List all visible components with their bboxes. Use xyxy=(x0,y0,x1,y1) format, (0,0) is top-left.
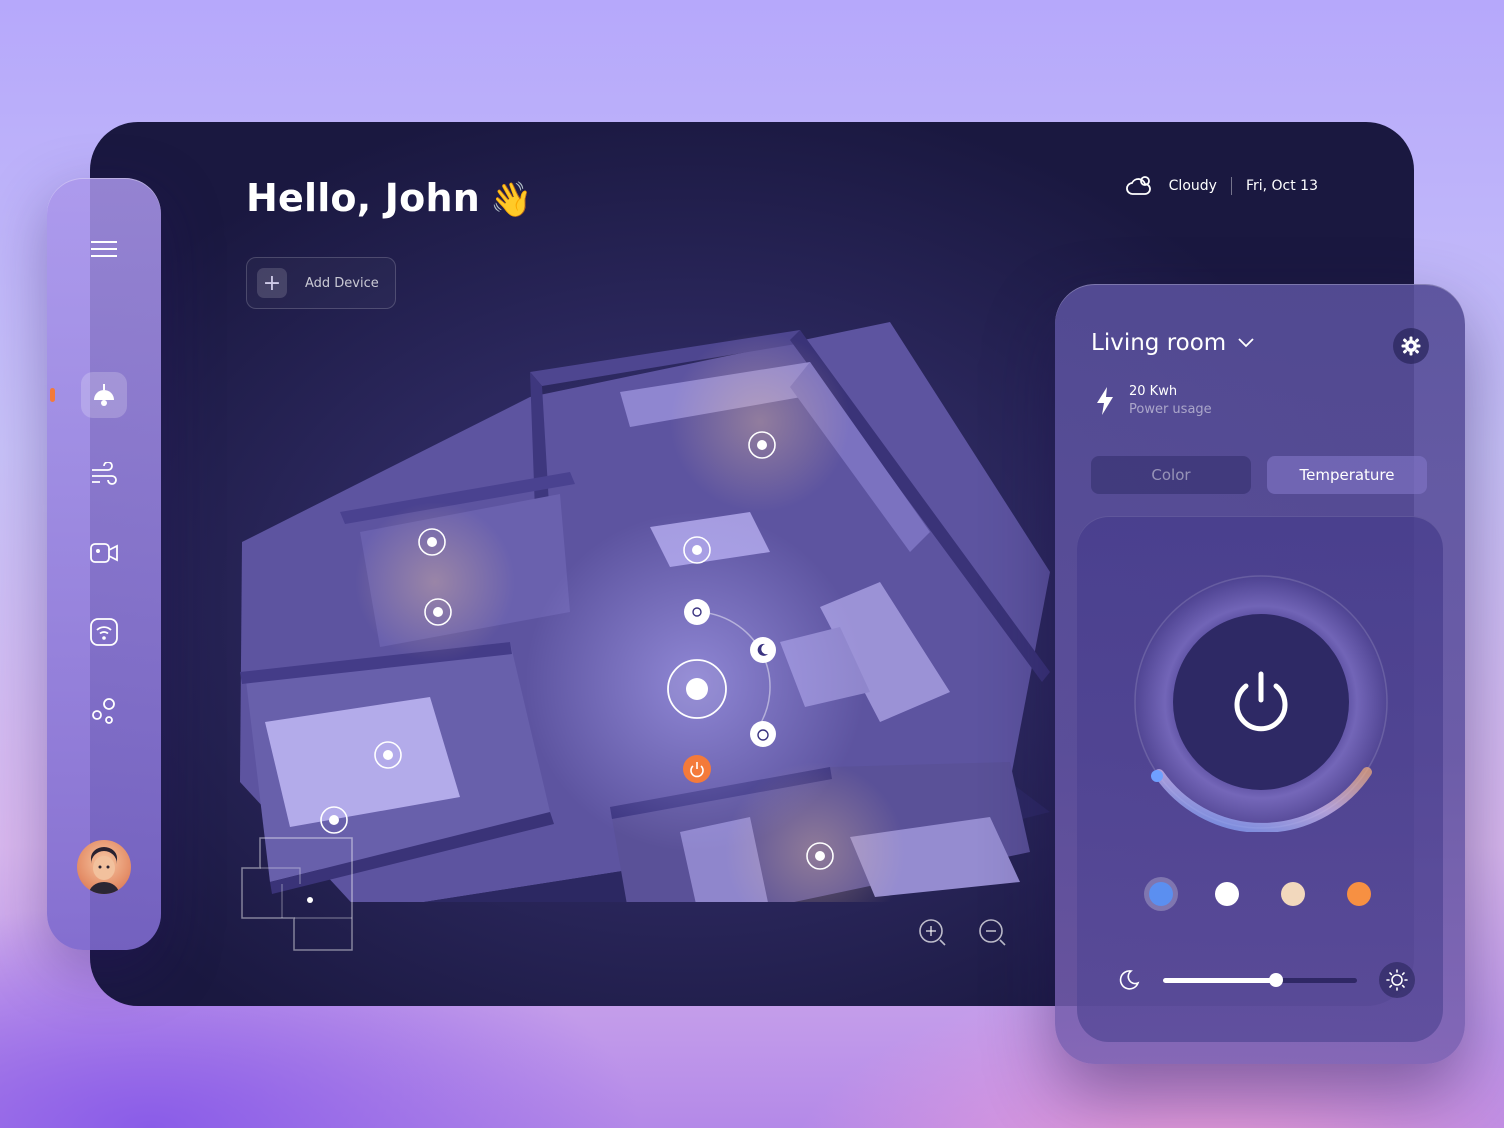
devices-icon xyxy=(92,698,115,724)
user-avatar-icon xyxy=(89,847,119,894)
wave-emoji: 👋 xyxy=(489,180,533,220)
gear-icon xyxy=(1401,336,1421,356)
greeting-title: Hello, John 👋 xyxy=(246,176,533,220)
floor-plan-3d[interactable] xyxy=(230,222,1150,902)
zoom-in-icon[interactable] xyxy=(918,918,948,948)
sidebar-item-network[interactable] xyxy=(81,609,127,655)
brightness-control xyxy=(1113,962,1415,998)
night-moon-button[interactable] xyxy=(750,637,776,663)
menu-icon[interactable] xyxy=(81,226,127,272)
chevron-down-icon xyxy=(1238,338,1254,348)
sidebar xyxy=(47,178,161,950)
swatch-cool-blue[interactable] xyxy=(1149,882,1173,906)
room-selector[interactable]: Living room xyxy=(1091,330,1254,356)
brightness-slider[interactable] xyxy=(1163,973,1357,987)
power-label: Power usage xyxy=(1129,402,1212,417)
sun-button[interactable] xyxy=(1379,962,1415,998)
mode-tabs: Color Temperature xyxy=(1091,456,1427,494)
tab-color[interactable]: Color xyxy=(1091,456,1251,494)
dial-handle[interactable] xyxy=(1151,770,1163,782)
wind-icon xyxy=(92,462,117,485)
cloud-icon xyxy=(1125,176,1151,195)
zoom-out-icon[interactable] xyxy=(978,918,1008,948)
active-indicator xyxy=(50,388,55,402)
weather-text: Cloudy xyxy=(1168,178,1217,194)
bath-light-glow xyxy=(355,502,515,662)
color-swatches xyxy=(1149,882,1371,906)
settings-button[interactable] xyxy=(1393,328,1429,364)
avatar[interactable] xyxy=(77,840,131,894)
sidebar-item-cameras[interactable] xyxy=(81,530,127,576)
greeting-text: Hello, John xyxy=(246,176,480,220)
brightness-slider-fill xyxy=(1163,978,1276,983)
date-text: Fri, Oct 13 xyxy=(1245,178,1318,194)
lamp-icon xyxy=(94,384,114,406)
room-name: Living room xyxy=(1091,330,1227,356)
temperature-card xyxy=(1077,516,1443,1042)
timer-button[interactable] xyxy=(750,721,776,747)
power-toggle-button[interactable] xyxy=(683,755,711,783)
temperature-dial[interactable] xyxy=(1131,572,1391,832)
camera-icon xyxy=(90,543,118,563)
selected-light-marker[interactable] xyxy=(667,659,727,719)
sidebar-item-devices[interactable] xyxy=(81,688,127,734)
minimap[interactable] xyxy=(240,834,356,954)
sidebar-item-climate[interactable] xyxy=(81,451,127,497)
power-value: 20 Kwh xyxy=(1129,384,1178,399)
swatch-white[interactable] xyxy=(1215,882,1239,906)
weather-date-bar: Cloudy Fri, Oct 13 xyxy=(1125,174,1318,198)
wifi-icon xyxy=(90,618,118,646)
tab-temperature[interactable]: Temperature xyxy=(1267,456,1427,494)
brightness-slider-knob[interactable] xyxy=(1268,973,1283,987)
sun-icon xyxy=(1386,969,1408,991)
moon-icon[interactable] xyxy=(1117,968,1141,992)
lightning-icon xyxy=(1097,386,1113,415)
swatch-orange[interactable] xyxy=(1347,882,1371,906)
divider xyxy=(1230,177,1232,195)
power-usage: 20 Kwh Power usage xyxy=(1095,384,1212,417)
room-control-panel: Living room 20 Kwh Power usage Color Tem… xyxy=(1055,284,1465,1064)
kitchen-light-glow xyxy=(670,332,850,512)
sidebar-item-lighting[interactable] xyxy=(81,372,127,418)
swatch-warm-beige[interactable] xyxy=(1281,882,1305,906)
brightness-sun-button[interactable] xyxy=(684,599,710,625)
